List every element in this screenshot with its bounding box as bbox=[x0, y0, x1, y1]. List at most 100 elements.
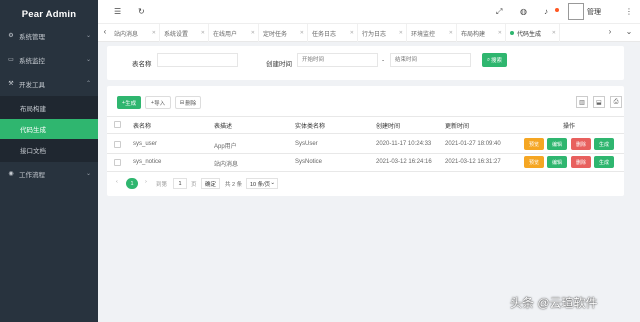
tab-behavior-logs[interactable]: 行为日志 ✕ bbox=[358, 24, 407, 42]
search-button[interactable]: ⌕ 搜索 bbox=[482, 53, 507, 67]
column-header-desc: 表描述 bbox=[214, 124, 233, 130]
cell-updated-time: 2021-03-12 16:31:27 bbox=[445, 159, 501, 165]
select-all-checkbox[interactable] bbox=[114, 121, 121, 128]
tab-label: 定时任务 bbox=[263, 31, 288, 38]
import-button-label: 导入 bbox=[154, 100, 166, 107]
close-icon[interactable]: ✕ bbox=[152, 30, 156, 36]
page-size-value: 10 条/页 bbox=[250, 181, 271, 188]
delete-row-button[interactable]: 删除 bbox=[571, 156, 591, 168]
print-icon[interactable]: ⎙ bbox=[610, 96, 622, 108]
page-size-select[interactable]: 10 条/页 ⌄ bbox=[246, 178, 278, 189]
sidebar-item-label: 系统管理 bbox=[19, 34, 45, 41]
delete-button-label: 删除 bbox=[185, 100, 197, 107]
tabs-menu-icon[interactable]: ⌄ bbox=[624, 27, 634, 36]
total-count: 共 2 条 bbox=[225, 182, 243, 188]
menu-toggle-icon[interactable]: ☰ bbox=[114, 7, 121, 17]
cell-entity-name: SysUser bbox=[295, 141, 318, 147]
delete-row-button[interactable]: 删除 bbox=[571, 138, 591, 150]
tab-label: 代码生成 bbox=[517, 31, 542, 38]
prev-page-icon[interactable]: ‹ bbox=[116, 179, 118, 185]
end-time-input[interactable] bbox=[390, 53, 471, 67]
table-divider bbox=[107, 116, 624, 117]
close-icon[interactable]: ✕ bbox=[251, 30, 255, 36]
tab-environment-monitor[interactable]: 环境监控 ✕ bbox=[407, 24, 457, 42]
tab-label: 在线用户 bbox=[213, 31, 238, 38]
workflow-icon: ◉ bbox=[8, 171, 14, 177]
chevron-down-icon: ⌄ bbox=[85, 171, 91, 177]
close-icon[interactable]: ✕ bbox=[300, 30, 304, 36]
next-page-icon[interactable]: › bbox=[145, 179, 147, 185]
sidebar-item-system-monitor[interactable]: ▭ 系统监控 ⌄ bbox=[0, 50, 98, 70]
generate-row-button[interactable]: 生成 bbox=[594, 156, 614, 168]
export-icon[interactable]: ⬓ bbox=[593, 96, 605, 108]
generate-row-button[interactable]: 生成 bbox=[594, 138, 614, 150]
gear-icon: ⚙ bbox=[8, 33, 14, 39]
columns-icon[interactable]: ▥ bbox=[576, 96, 588, 108]
table-name-input[interactable] bbox=[157, 53, 238, 67]
tab-code-generator[interactable]: 代码生成 ✕ bbox=[506, 24, 560, 42]
date-range-separator: - bbox=[382, 57, 385, 64]
sidebar-item-label: 系统监控 bbox=[19, 58, 45, 65]
tab-label: 行为日志 bbox=[362, 31, 387, 38]
close-icon[interactable]: ✕ bbox=[552, 30, 556, 36]
sidebar-item-system-management[interactable]: ⚙ 系统管理 ⌄ bbox=[0, 26, 98, 46]
watermark: 头条 @云瑄软件 bbox=[510, 296, 598, 310]
tab-system-settings[interactable]: 系统设置 ✕ bbox=[160, 24, 209, 42]
sidebar-subitem-code-generator[interactable]: 代码生成 bbox=[0, 119, 98, 139]
close-icon[interactable]: ✕ bbox=[201, 30, 205, 36]
start-time-input[interactable] bbox=[297, 53, 378, 67]
globe-icon[interactable]: ◍ bbox=[520, 7, 527, 17]
table-divider bbox=[107, 171, 624, 172]
sidebar-subitem-layout-builder[interactable]: 布局构建 bbox=[0, 98, 98, 118]
table-divider bbox=[107, 133, 624, 134]
preview-button[interactable]: 预览 bbox=[524, 138, 544, 150]
tools-icon: ⚒ bbox=[8, 81, 14, 87]
close-icon[interactable]: ✕ bbox=[449, 30, 453, 36]
tabs-scroll-left-icon[interactable]: ‹ bbox=[100, 27, 110, 36]
close-icon[interactable]: ✕ bbox=[350, 30, 354, 36]
tab-layout-builder[interactable]: 布局构建 ✕ bbox=[457, 24, 506, 42]
edit-button[interactable]: 编辑 bbox=[547, 138, 567, 150]
tab-task-logs[interactable]: 任务日志 ✕ bbox=[308, 24, 358, 42]
current-page[interactable]: 1 bbox=[126, 178, 138, 189]
page-suffix: 页 bbox=[191, 182, 197, 188]
tab-online-users[interactable]: 在线用户 ✕ bbox=[209, 24, 259, 42]
tab-label: 布局构建 bbox=[461, 31, 486, 38]
sidebar-subitem-api-docs[interactable]: 接口文档 bbox=[0, 140, 98, 160]
tabs-scroll-right-icon[interactable]: › bbox=[605, 27, 615, 36]
tab-messages[interactable]: 站内消息 ✕ bbox=[110, 24, 160, 42]
row-checkbox[interactable] bbox=[114, 159, 121, 166]
user-name[interactable]: 管理 bbox=[587, 7, 601, 17]
refresh-icon[interactable]: ↻ bbox=[138, 7, 145, 17]
fullscreen-icon[interactable]: ⤢ bbox=[496, 7, 502, 17]
cell-created-time: 2020-11-17 10:24:33 bbox=[376, 141, 432, 147]
search-icon: ⌕ bbox=[486, 56, 491, 63]
close-icon[interactable]: ✕ bbox=[498, 30, 502, 36]
more-icon[interactable]: ⋮ bbox=[625, 7, 633, 17]
import-button[interactable]: + 导入 bbox=[145, 96, 171, 109]
preview-button[interactable]: 预览 bbox=[524, 156, 544, 168]
delete-button[interactable]: ⊟ 删除 bbox=[175, 96, 201, 109]
avatar[interactable] bbox=[568, 3, 584, 20]
chevron-up-icon: ⌃ bbox=[85, 81, 91, 87]
page-input[interactable]: 1 bbox=[173, 178, 187, 189]
sidebar-item-label: 工作流程 bbox=[19, 172, 45, 179]
top-header: ☰ ↻ ⤢ ◍ ♪ 管理 ⋮ bbox=[98, 0, 640, 24]
chevron-down-icon: ⌄ bbox=[85, 33, 91, 39]
edit-button[interactable]: 编辑 bbox=[547, 156, 567, 168]
cell-created-time: 2021-03-12 16:24:16 bbox=[376, 159, 432, 165]
confirm-button[interactable]: 确定 bbox=[201, 178, 220, 189]
close-icon[interactable]: ✕ bbox=[399, 30, 403, 36]
row-checkbox[interactable] bbox=[114, 141, 121, 148]
bell-icon[interactable]: ♪ bbox=[544, 7, 548, 17]
monitor-icon: ▭ bbox=[8, 57, 14, 63]
sidebar-item-dev-tools[interactable]: ⚒ 开发工具 ⌃ bbox=[0, 74, 98, 94]
search-button-label: 搜索 bbox=[491, 58, 503, 64]
tab-scheduled-tasks[interactable]: 定时任务 ✕ bbox=[259, 24, 308, 42]
cell-table-desc: App用户 bbox=[214, 144, 237, 150]
column-header-actions: 操作 bbox=[563, 124, 576, 130]
sidebar-item-workflow[interactable]: ◉ 工作流程 ⌄ bbox=[0, 164, 98, 184]
cell-entity-name: SysNotice bbox=[295, 159, 323, 165]
generate-button[interactable]: + 生成 bbox=[117, 96, 141, 109]
goto-label: 到第 bbox=[156, 182, 168, 188]
